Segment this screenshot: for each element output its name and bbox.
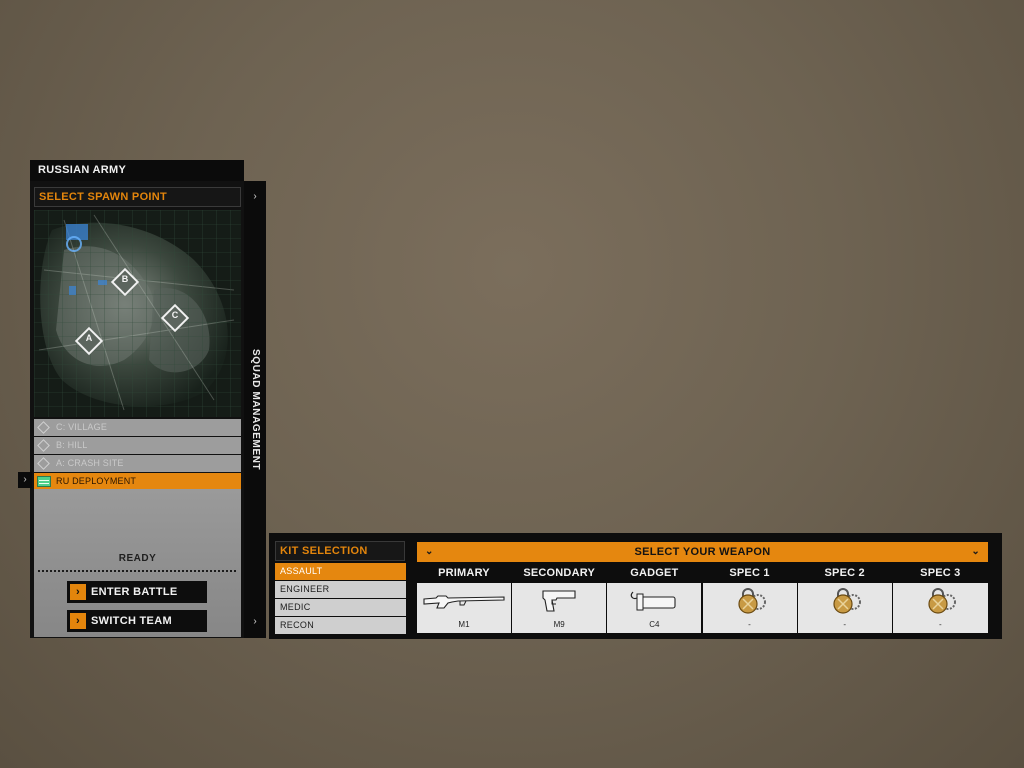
dotted-divider — [38, 570, 236, 572]
map-marker-b-label: B — [121, 274, 129, 284]
squad-expand-bottom-chevron-icon[interactable]: › — [244, 616, 266, 627]
slot-item-name: M9 — [553, 620, 565, 629]
slot-spec-1[interactable]: SPEC 1 - — [702, 564, 798, 633]
spawn-point-c-village[interactable]: C: VILLAGE — [34, 419, 241, 436]
spawn-point-list: C: VILLAGE B: HILL A: CRASH SITE RU DEPL… — [34, 419, 241, 491]
locked-spec-icon — [703, 586, 797, 616]
slot-item-name: - — [843, 620, 847, 629]
kit-item-recon[interactable]: RECON — [275, 617, 406, 634]
slot-spec-3[interactable]: SPEC 3 - — [892, 564, 988, 633]
map-marker-a-label: A — [85, 333, 93, 343]
squad-management-label: SQUAD MANAGEMENT — [250, 348, 261, 471]
squad-expand-top-chevron-icon[interactable]: › — [244, 191, 266, 202]
slot-title: PRIMARY — [417, 564, 511, 583]
selected-row-chevron-icon: › — [18, 472, 32, 488]
spawn-point-label: RU DEPLOYMENT — [56, 476, 137, 486]
weapon-header-label: SELECT YOUR WEAPON — [634, 546, 771, 558]
enter-battle-label: ENTER BATTLE — [91, 586, 178, 598]
slot-title: SPEC 3 — [892, 564, 988, 583]
kit-item-assault[interactable]: ASSAULT — [275, 563, 406, 580]
spawn-header: SELECT SPAWN POINT — [34, 187, 241, 207]
map-image — [34, 210, 241, 417]
spawn-point-label: B: HILL — [56, 440, 88, 450]
enter-battle-button[interactable]: › ENTER BATTLE — [67, 581, 207, 603]
flag-diamond-icon — [37, 439, 50, 452]
chevron-down-icon: ⌄ — [971, 546, 980, 557]
kit-item-engineer[interactable]: ENGINEER — [275, 581, 406, 598]
slot-item-name: M1 — [458, 620, 470, 629]
ready-status: READY — [118, 553, 157, 564]
flag-diamond-icon — [37, 421, 50, 434]
c4-explosive-icon — [607, 586, 701, 616]
slot-item-name: C4 — [649, 620, 660, 629]
switch-team-button[interactable]: › SWITCH TEAM — [67, 610, 207, 632]
weapon-header[interactable]: ⌄ SELECT YOUR WEAPON ⌄ — [417, 542, 988, 562]
slot-title: SPEC 1 — [702, 564, 797, 583]
locked-spec-icon — [798, 586, 892, 616]
slot-item-name: - — [939, 620, 942, 629]
spawn-point-b-hill[interactable]: B: HILL — [34, 437, 241, 454]
spawn-point-ru-deployment[interactable]: RU DEPLOYMENT — [34, 473, 241, 490]
slot-secondary[interactable]: SECONDARY M9 — [512, 564, 608, 633]
slot-title: GADGET — [607, 564, 702, 583]
kit-selection-header: KIT SELECTION — [275, 541, 405, 561]
chevron-down-icon: ⌄ — [425, 546, 434, 557]
spawn-point-a-crash-site[interactable]: A: CRASH SITE — [34, 455, 241, 472]
kit-item-medic[interactable]: MEDIC — [275, 599, 406, 616]
slot-item-name: - — [748, 620, 751, 629]
switch-team-label: SWITCH TEAM — [91, 615, 172, 627]
locked-spec-icon — [893, 586, 988, 616]
spawn-point-label: C: VILLAGE — [56, 422, 108, 432]
chevron-right-icon: › — [70, 613, 86, 629]
flag-diamond-icon — [37, 457, 50, 470]
slot-primary[interactable]: PRIMARY M1 — [417, 564, 512, 633]
kit-list: ASSAULT ENGINEER MEDIC RECON — [275, 563, 406, 635]
spawn-map[interactable]: C B A — [34, 210, 241, 417]
rifle-icon — [417, 586, 511, 616]
map-marker-c-label: C — [171, 310, 179, 320]
deployment-icon — [37, 476, 51, 487]
slot-title: SECONDARY — [512, 564, 607, 583]
spawn-point-label: A: CRASH SITE — [56, 458, 124, 468]
slot-title: SPEC 2 — [797, 564, 892, 583]
pistol-icon — [512, 586, 606, 616]
slot-spec-2[interactable]: SPEC 2 - — [797, 564, 893, 633]
chevron-right-icon: › — [70, 584, 86, 600]
team-name: RUSSIAN ARMY — [30, 160, 244, 181]
slot-gadget[interactable]: GADGET C4 — [607, 564, 703, 633]
weapon-slots: PRIMARY M1 SECONDARY M9 GADGET C4 SPEC 1… — [417, 564, 988, 633]
